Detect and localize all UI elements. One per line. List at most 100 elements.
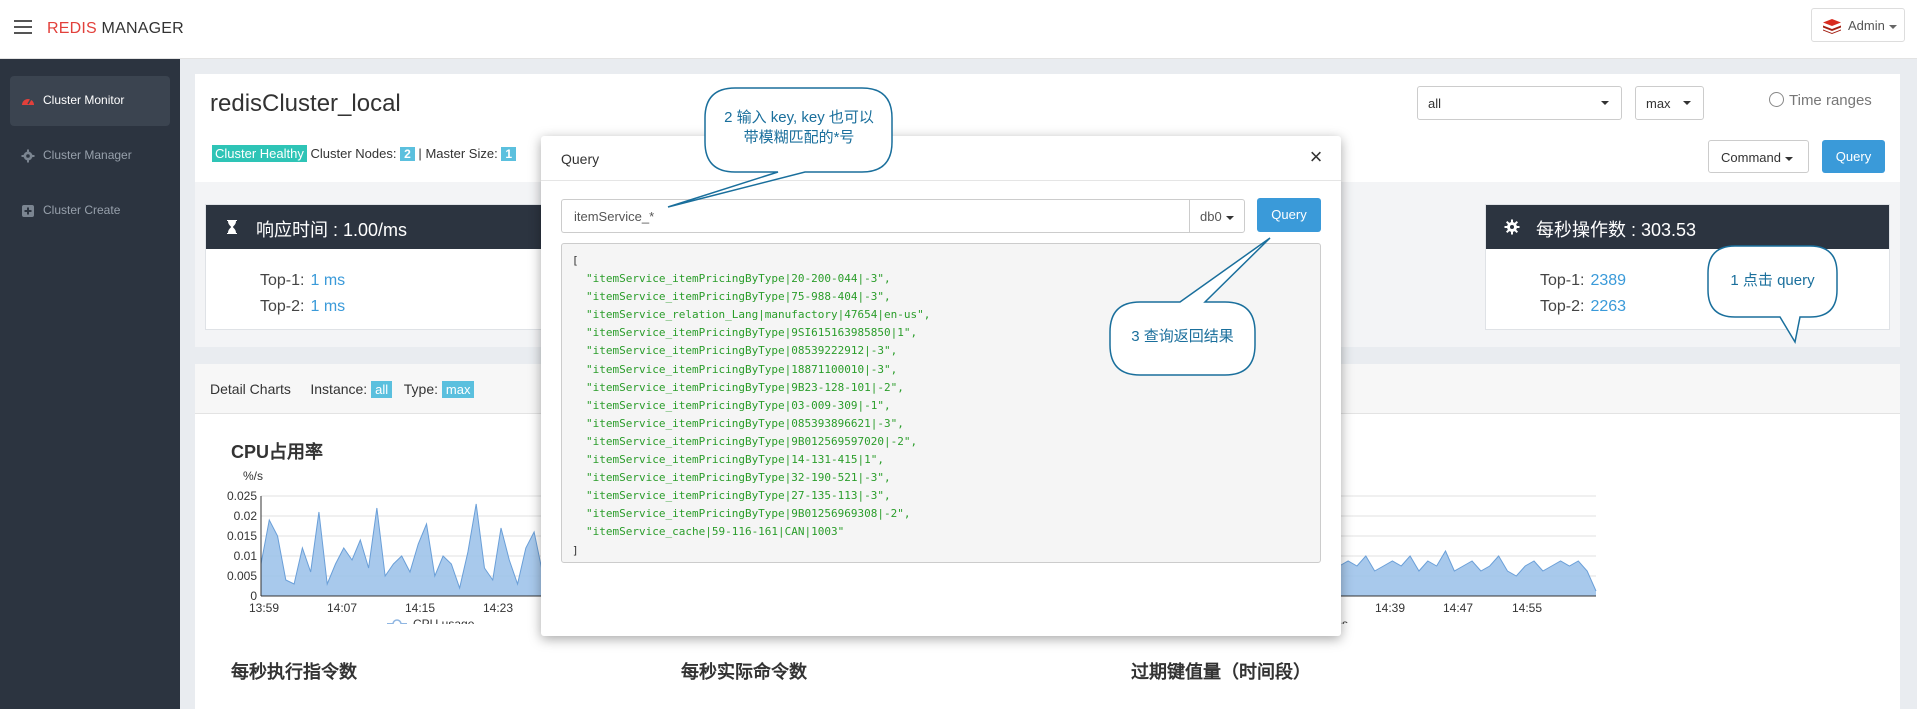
modal-query-button[interactable]: Query — [1257, 198, 1321, 232]
type-tag: max — [441, 381, 475, 398]
chart-title-expired-keys: 过期键值量（时间段） — [1131, 662, 1311, 682]
sidebar-item-label: Cluster Monitor — [43, 93, 125, 107]
command-dropdown-button[interactable]: Command — [1708, 140, 1809, 173]
response-time-title: 响应时间 : 1.00/ms — [256, 220, 408, 240]
sidebar-item-cluster-manager[interactable]: Cluster Manager — [10, 131, 170, 181]
x-tick-label: 14:47 — [1443, 601, 1473, 615]
instance-select[interactable]: all — [1417, 86, 1622, 120]
ops-top1: Top-1: 2389 — [1540, 272, 1626, 290]
result-item: "itemService_itemPricingByType|32-190-52… — [586, 471, 891, 485]
brand-rest: MANAGER — [96, 20, 184, 37]
result-item: "itemService_itemPricingByType|085393896… — [586, 416, 904, 430]
plus-square-icon — [22, 205, 34, 217]
master-size-badge: 1 — [501, 147, 516, 161]
legend-label[interactable]: CPU usage — [413, 617, 475, 624]
top2-label: Top-2: — [1540, 298, 1585, 315]
cpu-chart-title: CPU占用率 — [231, 442, 324, 462]
y-tick-label: 0.025 — [227, 489, 257, 503]
top2-label: Top-2: — [260, 298, 305, 315]
sidebar-item-label: Cluster Manager — [43, 148, 132, 162]
top1-value[interactable]: 1 ms — [310, 272, 345, 289]
ops-top2: Top-2: 2263 — [1540, 298, 1626, 316]
master-size-label: Master Size: — [425, 146, 498, 161]
time-ranges-button[interactable]: Time ranges — [1769, 92, 1872, 109]
y-tick-label: 0.02 — [234, 509, 258, 523]
chart-title-exec-cmds: 每秒执行指令数 — [231, 662, 357, 682]
brand-accent: REDIS — [47, 20, 97, 37]
close-icon[interactable]: × — [1306, 146, 1326, 168]
hourglass-icon — [227, 220, 237, 234]
query-button[interactable]: Query — [1822, 140, 1885, 173]
result-item: "itemService_itemPricingByType|9B0125695… — [586, 434, 918, 448]
user-menu[interactable]: Admin — [1811, 8, 1905, 42]
db-select[interactable]: db0 — [1189, 199, 1245, 233]
key-input[interactable] — [561, 199, 1189, 233]
result-item: "itemService_relation_Lang|manufactory|4… — [586, 308, 931, 322]
chevron-down-icon — [1888, 24, 1897, 29]
x-tick-label: 14:15 — [405, 601, 435, 615]
app-brand[interactable]: REDIS MANAGER — [47, 20, 184, 38]
callout-step3-text: 3 查询返回结果 — [1131, 328, 1234, 345]
y-tick-label: 0.015 — [227, 529, 257, 543]
result-item: "itemService_itemPricingByType|9B23-128-… — [586, 380, 904, 394]
chevron-down-icon — [1784, 156, 1793, 161]
chart-title-actual-cmds: 每秒实际命令数 — [681, 662, 807, 682]
dashboard-icon — [22, 98, 34, 105]
x-tick-label: 14:55 — [1512, 601, 1542, 615]
gear-icon — [1504, 219, 1520, 235]
query-modal: Query × db0 Query [ "itemService_itemPri… — [541, 136, 1341, 636]
legend-marker — [392, 619, 402, 624]
x-tick-label: 13:59 — [249, 601, 279, 615]
top2-value[interactable]: 1 ms — [310, 298, 345, 315]
result-item: "itemService_itemPricingByType|20-200-04… — [586, 272, 891, 286]
instance-label: Instance: — [310, 381, 368, 397]
result-item: "itemService_itemPricingByType|75-988-40… — [586, 290, 891, 304]
gear-icon — [21, 149, 35, 163]
instance-select-value: all — [1428, 96, 1442, 111]
type-select[interactable]: max — [1635, 86, 1704, 120]
clock-icon — [1769, 92, 1784, 107]
callout-step2-text: 2 输入 key, key 也可以 带模糊匹配的*号 — [708, 108, 890, 148]
nodes-count-badge: 2 — [400, 147, 415, 161]
result-close-bracket: ] — [572, 543, 579, 557]
response-top2: Top-2: 1 ms — [260, 298, 345, 316]
command-label: Command — [1721, 150, 1781, 165]
x-tick-label: 14:23 — [483, 601, 513, 615]
user-name: Admin — [1848, 18, 1885, 33]
separator: | — [418, 146, 422, 161]
ops-header: 每秒操作数 : 303.53 — [1486, 205, 1889, 249]
top1-label: Top-1: — [260, 272, 305, 289]
callout-step2-line2: 带模糊匹配的*号 — [743, 129, 855, 146]
type-label: Type: — [403, 381, 439, 397]
time-ranges-label: Time ranges — [1789, 92, 1872, 109]
query-result: [ "itemService_itemPricingByType|20-200-… — [561, 243, 1321, 563]
sidebar-item-cluster-monitor[interactable]: Cluster Monitor — [10, 76, 170, 126]
top1-label: Top-1: — [1540, 272, 1585, 289]
ops-title: 每秒操作数 : 303.53 — [1536, 220, 1697, 240]
result-item: "itemService_itemPricingByType|9B0125696… — [586, 507, 911, 521]
sidebar: Cluster Monitor Cluster Manager Cluster … — [0, 59, 180, 709]
callout-step1-text: 1 点击 query — [1730, 272, 1815, 289]
callout-step2-line1: 2 输入 key, key 也可以 — [724, 109, 874, 126]
cluster-name: redisCluster_local — [210, 90, 401, 117]
top1-value[interactable]: 2389 — [1590, 272, 1626, 289]
top-bar: REDIS MANAGER Admin — [0, 0, 1917, 59]
sidebar-item-cluster-create[interactable]: Cluster Create — [10, 186, 170, 236]
y-tick-label: 0.005 — [227, 569, 257, 583]
y-unit-label: %/s — [243, 469, 263, 483]
db-select-value: db0 — [1200, 209, 1222, 224]
menu-toggle-icon[interactable] — [14, 20, 32, 34]
modal-header: Query × — [541, 136, 1341, 181]
sidebar-item-label: Cluster Create — [43, 203, 121, 217]
result-item: "itemService_itemPricingByType|14-131-41… — [586, 453, 885, 467]
redis-logo-icon — [1823, 19, 1841, 34]
chevron-down-icon — [1601, 101, 1609, 105]
type-select-value: max — [1646, 96, 1671, 111]
modal-title: Query — [561, 151, 600, 167]
result-item: "itemService_itemPricingByType|188711000… — [586, 362, 898, 376]
result-item: "itemService_itemPricingByType|27-135-11… — [586, 489, 891, 503]
result-item: "itemService_cache|59-116-161|CAN|1003" — [586, 525, 845, 539]
cluster-status: Cluster Healthy Cluster Nodes: 2 | Maste… — [212, 145, 516, 162]
top2-value[interactable]: 2263 — [1590, 298, 1626, 315]
chevron-down-icon — [1225, 215, 1234, 220]
